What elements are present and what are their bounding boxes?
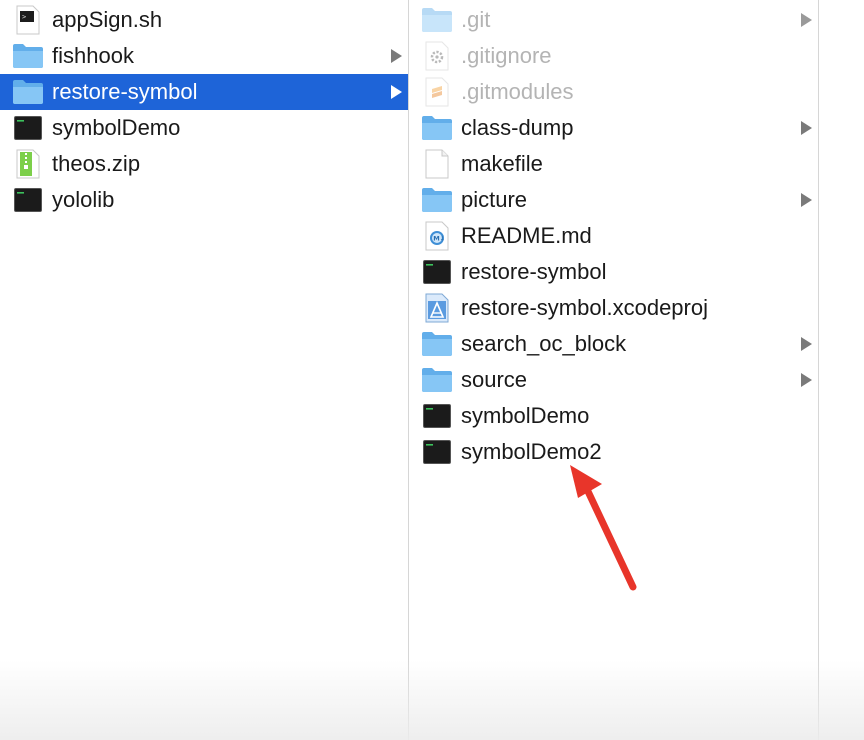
chevron-right-icon <box>801 193 812 207</box>
column-left[interactable]: > appSign.sh fishhook restore-symbol sym… <box>0 0 409 740</box>
item-label: search_oc_block <box>461 331 627 356</box>
svg-text:M↓: M↓ <box>433 235 445 243</box>
item-label: restore-symbol <box>461 259 607 284</box>
item-label: class-dump <box>461 115 574 140</box>
item-label: symbolDemo <box>461 403 590 428</box>
item-label: symbolDemo <box>52 115 181 140</box>
item-label: restore-symbol <box>52 79 198 104</box>
shell-script-icon: > <box>12 4 44 36</box>
markdown-document-icon: M↓ <box>421 220 453 252</box>
chevron-right-icon <box>391 85 402 99</box>
item-label: makefile <box>461 151 543 176</box>
list-item-class-dump[interactable]: class-dump <box>409 110 818 146</box>
list-item-theos-zip[interactable]: theos.zip <box>0 146 408 182</box>
folder-icon <box>421 184 453 216</box>
unix-executable-icon <box>421 256 453 288</box>
list-item-restore-symbol-exec[interactable]: restore-symbol <box>409 254 818 290</box>
list-item-restore-symbol[interactable]: restore-symbol <box>0 74 408 110</box>
finder-column-view: > appSign.sh fishhook restore-symbol sym… <box>0 0 864 740</box>
item-label: appSign.sh <box>52 7 163 32</box>
item-label: .git <box>461 7 491 32</box>
folder-icon <box>421 4 453 36</box>
unix-executable-icon <box>421 400 453 432</box>
chevron-right-icon <box>391 49 402 63</box>
item-label: fishhook <box>52 43 134 68</box>
unix-executable-icon <box>421 436 453 468</box>
item-label: picture <box>461 187 528 212</box>
column-middle[interactable]: .git .gitignore .gitmodules class-dump m… <box>409 0 819 740</box>
list-item-gitignore[interactable]: .gitignore <box>409 38 818 74</box>
list-item-readme[interactable]: M↓ README.md <box>409 218 818 254</box>
list-item-search-oc-block[interactable]: search_oc_block <box>409 326 818 362</box>
list-item-symboldemo-exec[interactable]: symbolDemo <box>409 398 818 434</box>
folder-icon <box>421 364 453 396</box>
list-item-yololib[interactable]: yololib <box>0 182 408 218</box>
folder-icon <box>421 328 453 360</box>
item-label: source <box>461 367 528 392</box>
list-item-appsign[interactable]: > appSign.sh <box>0 2 408 38</box>
sublime-document-icon <box>421 76 453 108</box>
chevron-right-icon <box>801 337 812 351</box>
item-label: restore-symbol.xcodeproj <box>461 295 708 320</box>
folder-icon <box>12 76 44 108</box>
chevron-right-icon <box>801 373 812 387</box>
list-item-xcodeproj[interactable]: restore-symbol.xcodeproj <box>409 290 818 326</box>
list-item-gitmodules[interactable]: .gitmodules <box>409 74 818 110</box>
unix-executable-icon <box>12 112 44 144</box>
list-item-git[interactable]: .git <box>409 2 818 38</box>
list-item-fishhook[interactable]: fishhook <box>0 38 408 74</box>
list-item-picture[interactable]: picture <box>409 182 818 218</box>
list-item-symboldemo[interactable]: symbolDemo <box>0 110 408 146</box>
folder-icon <box>421 112 453 144</box>
unix-executable-icon <box>12 184 44 216</box>
item-label: README.md <box>461 223 592 248</box>
svg-text:>: > <box>22 13 26 21</box>
item-label: theos.zip <box>52 151 141 176</box>
item-label: symbolDemo2 <box>461 439 602 464</box>
chevron-right-icon <box>801 121 812 135</box>
list-item-source[interactable]: source <box>409 362 818 398</box>
blank-document-icon <box>421 148 453 180</box>
gear-document-icon <box>421 40 453 72</box>
xcode-project-icon <box>421 292 453 324</box>
column-right-empty[interactable] <box>819 0 864 740</box>
chevron-right-icon <box>801 13 812 27</box>
item-label: yololib <box>52 187 115 212</box>
item-label: .gitmodules <box>461 79 574 104</box>
list-item-symboldemo2[interactable]: symbolDemo2 <box>409 434 818 470</box>
list-item-makefile[interactable]: makefile <box>409 146 818 182</box>
zip-archive-icon <box>12 148 44 180</box>
folder-icon <box>12 40 44 72</box>
item-label: .gitignore <box>461 43 552 68</box>
